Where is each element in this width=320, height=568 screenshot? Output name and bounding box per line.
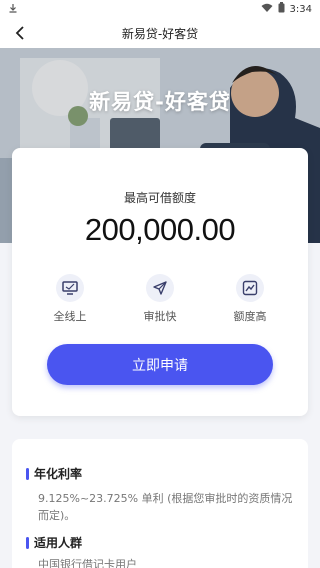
rate-title-text: 年化利率	[34, 467, 83, 481]
nav-bar: 新易贷-好客贷	[0, 18, 320, 48]
back-button[interactable]	[8, 18, 32, 48]
wifi-icon	[261, 3, 273, 16]
feature-list: 全线上 审批快 额度高	[12, 274, 308, 334]
feature-label: 审批快	[143, 310, 177, 323]
audience-description: 中国银行借记卡用户	[38, 558, 137, 568]
feature-high-limit: 额度高	[215, 274, 285, 324]
back-arrow-icon	[15, 26, 24, 40]
download-icon	[8, 3, 18, 16]
chart-icon	[236, 274, 264, 302]
nav-title: 新易贷-好客贷	[121, 26, 199, 41]
status-right: 3:34	[261, 2, 312, 16]
battery-icon	[278, 2, 285, 16]
feature-fast-approval: 审批快	[125, 274, 195, 324]
status-time: 3:34	[289, 3, 312, 15]
product-info-card: 年化利率 9.125%~23.725% 单利 (根据您审批时的资质情况而定)。 …	[12, 439, 308, 568]
rate-description: 9.125%~23.725% 单利 (根据您审批时的资质情况而定)。	[38, 492, 293, 522]
loan-card: 最高可借额度 200,000.00 全线上 审批快 额度高 立即申请	[12, 148, 308, 416]
paper-plane-icon	[146, 274, 174, 302]
apply-now-button[interactable]: 立即申请	[47, 344, 273, 385]
status-bar: 3:34	[0, 0, 320, 18]
audience-section-title: 适用人群	[26, 534, 82, 551]
max-amount-value: 200,000.00	[84, 212, 236, 247]
section-marker	[26, 467, 29, 480]
feature-label: 全线上	[53, 310, 87, 323]
feature-label: 额度高	[233, 310, 267, 323]
audience-title-text: 适用人群	[34, 536, 83, 550]
hero-title: 新易贷-好客贷	[89, 90, 231, 114]
rate-section-title: 年化利率	[26, 465, 82, 482]
feature-online: 全线上	[35, 274, 105, 324]
max-amount-label: 最高可借额度	[123, 191, 196, 205]
section-marker	[26, 536, 29, 549]
monitor-icon	[56, 274, 84, 302]
